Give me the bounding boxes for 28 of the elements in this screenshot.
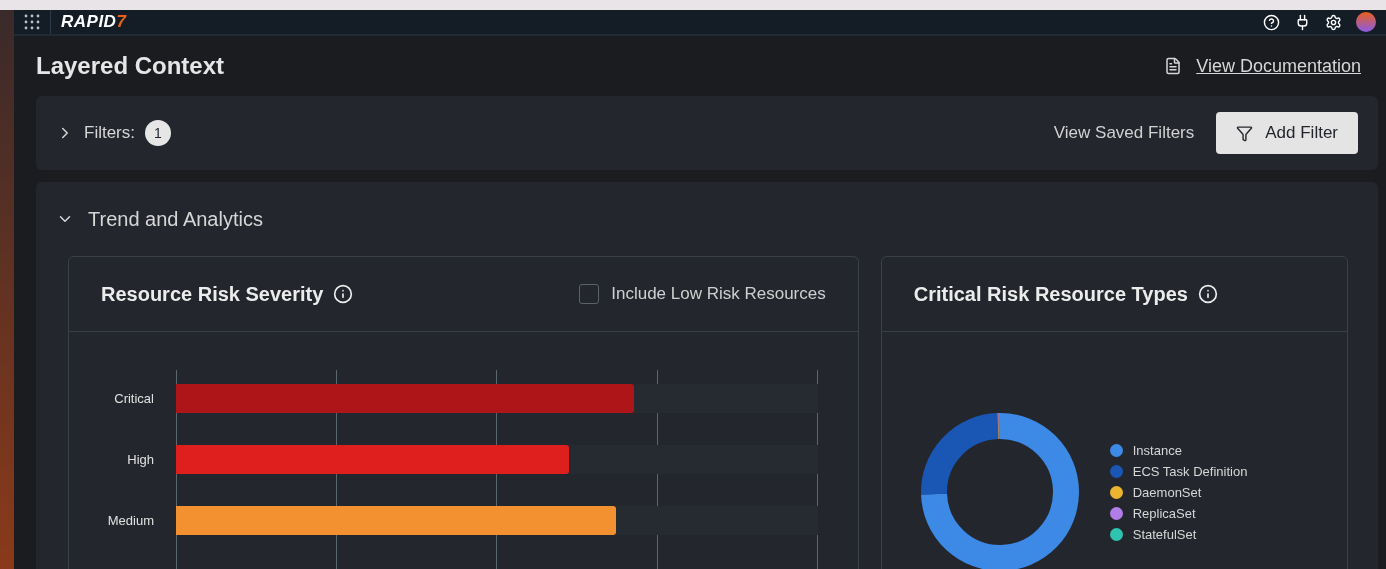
info-icon[interactable] — [333, 284, 354, 304]
brand-logo: RAPID7 — [61, 12, 127, 32]
bar-label: Critical — [114, 391, 154, 406]
legend-label: ECS Task Definition — [1132, 463, 1248, 479]
checkbox[interactable] — [579, 284, 600, 304]
info-icon[interactable] — [1197, 284, 1218, 304]
section-title: Trend and Analytics — [88, 207, 263, 231]
avatar[interactable] — [1356, 12, 1376, 32]
page-title: Layered Context — [36, 52, 225, 80]
bar-label: High — [127, 452, 154, 467]
checkbox-label: Include Low Risk Resources — [611, 284, 826, 304]
filters-label: Filters: — [84, 123, 135, 143]
help-icon[interactable] — [1263, 13, 1280, 31]
add-filter-button[interactable]: Add Filter — [1216, 112, 1358, 154]
settings-icon[interactable] — [1325, 13, 1342, 31]
legend-label: ReplicaSet — [1132, 505, 1196, 521]
view-saved-filters-link[interactable]: View Saved Filters — [1053, 123, 1195, 143]
filter-count-badge: 1 — [145, 120, 171, 146]
legend-label: DaemonSet — [1132, 484, 1202, 500]
card-title: Critical Risk Resource Types — [913, 282, 1188, 306]
bar-label: Medium — [107, 513, 154, 528]
legend-label: Instance — [1132, 442, 1182, 458]
legend-label: StatefulSet — [1132, 526, 1197, 542]
card-title: Resource Risk Severity — [101, 282, 324, 306]
filter-icon — [1236, 124, 1254, 142]
view-documentation-link[interactable]: View Documentation — [1164, 55, 1361, 77]
app-grid-icon[interactable] — [24, 14, 40, 30]
document-icon — [1164, 57, 1183, 75]
